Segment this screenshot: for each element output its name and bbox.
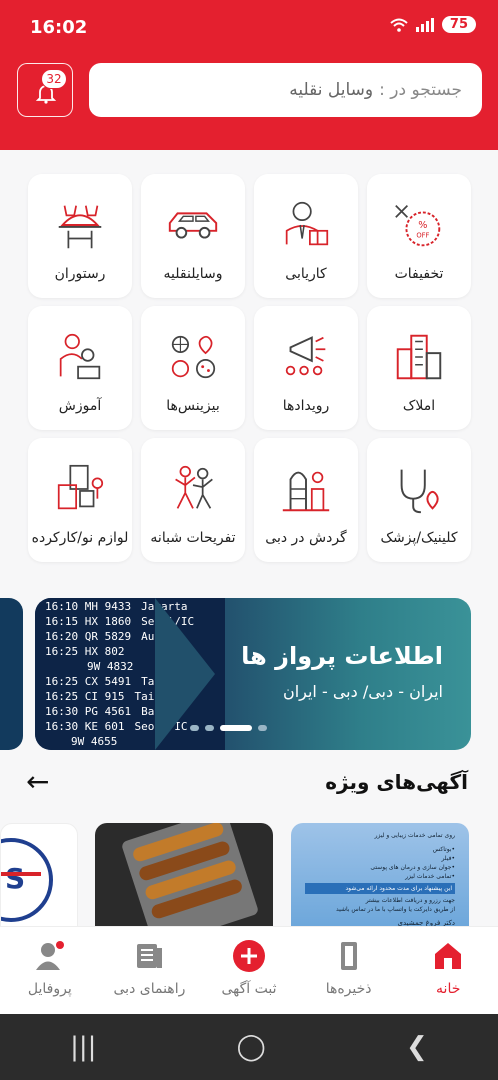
svg-text:OFF: OFF [416, 232, 429, 240]
status-time: 16:02 [30, 17, 88, 38]
category-grid: % OFF تخفیفات کاریابی وسایلنقلیه رستوران … [28, 174, 471, 562]
featured-ad-partial[interactable]: S [0, 823, 78, 933]
clinic-icon [400, 469, 439, 514]
category-label: کلینیک/پزشک [380, 530, 458, 546]
nav-label: راهنمای دبی [113, 981, 186, 997]
banner-subtitle: ایران - دبی/ دبی - ایران [282, 682, 443, 701]
nav-label: پروفایل [27, 981, 72, 997]
home-icon [435, 943, 462, 969]
food-image [120, 823, 260, 933]
carousel-dot[interactable] [258, 725, 267, 731]
guide-icon [137, 944, 163, 968]
category-label: لوازم نو/کارکرده [31, 530, 129, 546]
nav-home[interactable]: خانه [398, 927, 498, 1014]
category-clinic[interactable]: کلینیک/پزشک [367, 438, 471, 562]
category-label: تفریحات شبانه [150, 530, 236, 546]
events-icon [285, 336, 326, 376]
education-icon [59, 333, 101, 380]
buildings-icon [396, 334, 442, 380]
recent-apps-icon[interactable]: ||| [70, 1032, 96, 1062]
search-input[interactable]: جستجو در : وسایل نقلیه [89, 63, 482, 117]
carousel-dot[interactable] [190, 725, 199, 731]
banner-prev-peek[interactable] [0, 598, 23, 750]
restaurant-icon [58, 205, 102, 249]
wifi-icon [390, 18, 408, 32]
category-education[interactable]: آموزش [28, 306, 132, 430]
business-icon [171, 335, 216, 379]
add-icon [233, 940, 266, 972]
category-goods[interactable]: لوازم نو/کارکرده [28, 438, 132, 562]
battery-badge: 75 [441, 16, 476, 33]
category-label: کاریابی [285, 266, 327, 282]
status-icons: 75 [390, 16, 476, 33]
logo-fragment: S [1, 838, 53, 922]
notification-count-badge: 32 [41, 69, 67, 89]
svg-text:%: % [418, 220, 427, 231]
svg-text:S: S [5, 862, 25, 895]
job-icon [285, 201, 329, 246]
category-nightlife[interactable]: تفریحات شبانه [141, 438, 245, 562]
goods-icon [57, 464, 104, 510]
category-label: رستوران [54, 266, 106, 282]
category-label: تخفیفات [394, 266, 444, 282]
discount-icon: %OFF [395, 205, 441, 247]
category-label: وسایلنقلیه [163, 266, 223, 282]
nav-label: ذخیره‌ها [325, 981, 372, 997]
home-button-icon[interactable]: ◯ [237, 1032, 266, 1062]
category-events[interactable]: رویدادها [254, 306, 358, 430]
category-label: آموزش [58, 398, 102, 414]
nav-label: خانه [436, 981, 461, 997]
category-discounts[interactable]: % OFF تخفیفات [367, 174, 471, 298]
search-placeholder: جستجو در : [379, 80, 462, 100]
system-navigation-bar: ||| ◯ ❮ [0, 1014, 498, 1080]
nav-dubai-guide[interactable]: راهنمای دبی [100, 927, 200, 1014]
profile-icon [35, 941, 64, 970]
bookmark-icon [340, 942, 357, 970]
category-label: املاک [402, 398, 436, 414]
signal-icon [415, 17, 434, 32]
nav-saved[interactable]: ذخیره‌ها [299, 927, 399, 1014]
nav-profile[interactable]: پروفایل [0, 927, 100, 1014]
status-bar: 16:02 75 [0, 0, 498, 56]
carousel-dot[interactable] [205, 725, 214, 731]
car-icon [168, 212, 218, 239]
featured-ad-food[interactable] [95, 823, 273, 933]
featured-section-title: آگهی‌های ویژه [325, 770, 468, 794]
notifications-button[interactable]: 32 [17, 63, 73, 117]
category-realestate[interactable]: املاک [367, 306, 471, 430]
category-jobs[interactable]: کاریابی [254, 174, 358, 298]
category-vehicles[interactable]: وسایلنقلیه [141, 174, 245, 298]
nav-label: ثبت آگهی [221, 981, 277, 997]
nightlife-icon [175, 465, 213, 509]
back-icon[interactable]: ❮ [406, 1032, 428, 1062]
carousel-indicator [190, 725, 267, 731]
category-label: گردش در دبی [265, 530, 347, 546]
carousel-dot-active[interactable] [220, 725, 252, 731]
search-scope: وسایل نقلیه [289, 80, 374, 100]
category-business[interactable]: بیزینس‌ها [141, 306, 245, 430]
featured-ad-beauty[interactable]: روی تمامی خدمات زیبایی و لیزر •بوتاکس •ف… [291, 823, 469, 933]
app-header: 16:02 75 32 جستجو در : وسایل نقلیه [0, 0, 498, 150]
category-restaurant[interactable]: رستوران [28, 174, 132, 298]
dubai-tour-icon [282, 471, 330, 512]
category-label: بیزینس‌ها [166, 398, 220, 414]
flight-info-banner[interactable]: 16:10 MH 9433 Jakarta 16:15 HX 1860 Seoul/… [35, 598, 471, 750]
bottom-navigation: خانه ذخیره‌ها ثبت آگهی راهنمای دبی پروفا… [0, 926, 498, 1014]
banner-title: اطلاعات پرواز ها [241, 642, 443, 670]
category-dubai-tour[interactable]: گردش در دبی [254, 438, 358, 562]
nav-post-ad[interactable]: ثبت آگهی [199, 927, 299, 1014]
arrow-left-icon[interactable]: ← [26, 768, 49, 796]
category-label: رویدادها [282, 398, 330, 414]
